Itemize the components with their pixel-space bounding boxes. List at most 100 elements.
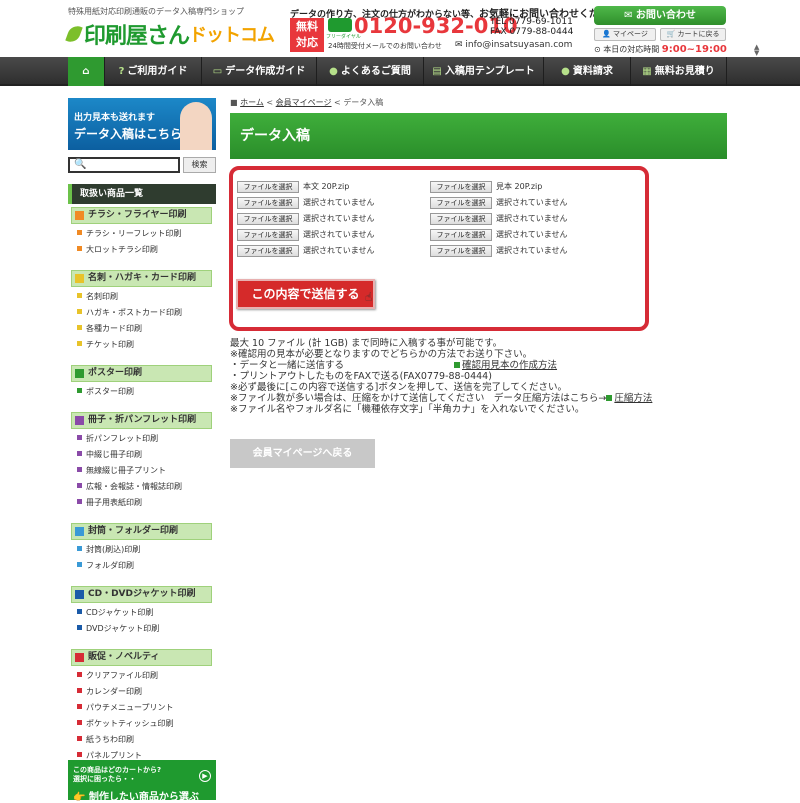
category-icon bbox=[75, 590, 84, 599]
breadcrumb-mypage[interactable]: 会員マイページ bbox=[276, 98, 332, 107]
category-5[interactable]: 封筒・フォルダー印刷 bbox=[71, 523, 212, 540]
file-name-label: 選択されていません bbox=[496, 246, 568, 255]
search-button[interactable]: 検索 bbox=[183, 157, 216, 173]
category-item[interactable]: カレンダー印刷 bbox=[77, 686, 142, 697]
category-item[interactable]: クリアファイル印刷 bbox=[77, 670, 158, 681]
category-item[interactable]: ハガキ・ポストカード印刷 bbox=[77, 307, 182, 318]
category-3[interactable]: ポスター印刷 bbox=[71, 365, 212, 382]
category-item[interactable]: 大ロットチラシ印刷 bbox=[77, 244, 158, 255]
choose-file-button[interactable]: ファイルを選択 bbox=[430, 181, 492, 193]
file-name-label: 選択されていません bbox=[303, 214, 375, 223]
choose-file-button[interactable]: ファイルを選択 bbox=[430, 197, 492, 209]
choose-product-banner[interactable]: この商品はどのカートから? 選択に困ったら・・ 👉 制作したい商品から選ぶ ▶ bbox=[68, 760, 216, 803]
category-item[interactable]: CDジャケット印刷 bbox=[77, 607, 153, 618]
category-item[interactable]: 名刺印刷 bbox=[77, 291, 118, 302]
document-icon: ▤ bbox=[432, 66, 442, 77]
category-1[interactable]: チラシ・フライヤー印刷 bbox=[71, 207, 212, 224]
nav-faq[interactable]: ● よくあるご質問 bbox=[317, 57, 424, 86]
home-icon: ⌂ bbox=[82, 66, 90, 77]
category-item[interactable]: チラシ・リーフレット印刷 bbox=[77, 228, 181, 239]
file-name-label: 選択されていません bbox=[303, 246, 375, 255]
calculator-icon: ▦ bbox=[642, 66, 652, 77]
category-4[interactable]: 冊子・折パンフレット印刷 bbox=[71, 412, 212, 429]
nav-home[interactable]: ⌂ bbox=[68, 57, 105, 86]
page-title: データ入稿 bbox=[230, 113, 727, 159]
breadcrumb-home[interactable]: ホーム bbox=[240, 98, 264, 107]
category-item[interactable]: 無線綴じ冊子プリント bbox=[77, 465, 166, 476]
breadcrumb-current: データ入稿 bbox=[343, 98, 384, 107]
choose-file-button[interactable]: ファイルを選択 bbox=[237, 181, 299, 193]
breadcrumb: ■ ホーム < 会員マイページ < データ入稿 bbox=[230, 98, 384, 107]
bullet-icon bbox=[77, 388, 82, 393]
home-icon: ■ bbox=[230, 98, 238, 107]
logo-text-dotcom: ドットコム bbox=[189, 25, 275, 46]
category-item[interactable]: ポスター印刷 bbox=[77, 386, 134, 397]
file-input-right-2: ファイルを選択 選択されていません bbox=[430, 197, 568, 209]
question-icon: ? bbox=[118, 66, 125, 77]
category-item[interactable]: 中綴じ冊子印刷 bbox=[77, 449, 142, 460]
choose-file-button[interactable]: ファイルを選択 bbox=[430, 213, 492, 225]
search-input[interactable]: 🔍 bbox=[68, 157, 180, 173]
category-item[interactable]: 各種カード印刷 bbox=[77, 323, 142, 334]
file-input-right-5: ファイルを選択 選択されていません bbox=[430, 245, 568, 257]
category-item[interactable]: 広報・会報誌・情報誌印刷 bbox=[77, 481, 182, 492]
choose-file-button[interactable]: ファイルを選択 bbox=[430, 245, 492, 257]
monitor-icon: ▭ bbox=[212, 66, 223, 77]
category-item[interactable]: パウチメニュープリント bbox=[77, 702, 174, 713]
category-item[interactable]: DVDジャケット印刷 bbox=[77, 623, 159, 634]
bullet-icon bbox=[77, 704, 82, 709]
bullet-icon bbox=[77, 736, 82, 741]
category-item[interactable]: チケット印刷 bbox=[77, 339, 134, 350]
bullet-icon bbox=[77, 293, 82, 298]
bullet-icon bbox=[77, 483, 82, 488]
submit-button[interactable]: この内容で送信する bbox=[236, 279, 375, 309]
tel-fax-numbers: TEL 0779-69-1011 FAX 0779-88-0444 bbox=[490, 17, 574, 37]
site-logo[interactable]: 印刷屋さん ドットコム bbox=[65, 18, 275, 50]
file-input-left-4: ファイルを選択 選択されていません bbox=[237, 229, 375, 241]
bullet-icon bbox=[77, 499, 82, 504]
category-item[interactable]: 封筒(刷込)印刷 bbox=[77, 544, 140, 555]
bullet-icon bbox=[77, 341, 82, 346]
bullet-icon bbox=[77, 562, 82, 567]
choose-file-button[interactable]: ファイルを選択 bbox=[430, 229, 492, 241]
contact-button[interactable]: ✉ お問い合わせ bbox=[594, 6, 726, 25]
data-submission-banner[interactable]: 出力見本も送れます データ入稿はこちら bbox=[68, 98, 216, 150]
nav-request-materials[interactable]: ● 資料請求 bbox=[544, 57, 631, 86]
category-item[interactable]: 冊子用表紙印刷 bbox=[77, 497, 142, 508]
bullet-icon bbox=[77, 325, 82, 330]
category-icon bbox=[75, 274, 84, 283]
nav-free-quote[interactable]: ▦ 無料お見積り bbox=[631, 57, 727, 86]
logo-text: 印刷屋さん bbox=[84, 24, 190, 49]
file-input-left-3: ファイルを選択 選択されていません bbox=[237, 213, 375, 225]
category-item[interactable]: 紙うちわ印刷 bbox=[77, 734, 134, 745]
file-name-label: 選択されていません bbox=[303, 230, 375, 239]
category-icon bbox=[75, 416, 84, 425]
choose-file-button[interactable]: ファイルを選択 bbox=[237, 197, 299, 209]
category-7[interactable]: 販促・ノベルティ bbox=[71, 649, 212, 666]
bullet-icon bbox=[77, 246, 82, 251]
choose-file-button[interactable]: ファイルを選択 bbox=[237, 245, 299, 257]
bullet-icon bbox=[77, 688, 82, 693]
category-item[interactable]: フォルダ印刷 bbox=[77, 560, 134, 571]
category-2[interactable]: 名刺・ハガキ・カード印刷 bbox=[71, 270, 212, 287]
cart-button[interactable]: 🛒 カートに戻る bbox=[660, 28, 726, 41]
nav-templates[interactable]: ▤ 入稿用テンプレート bbox=[424, 57, 544, 86]
back-to-mypage-button[interactable]: 会員マイページへ戻る bbox=[230, 439, 375, 468]
bullet-icon bbox=[77, 435, 82, 440]
contact-email[interactable]: ✉ info@insatsuyasan.com bbox=[455, 40, 572, 50]
mypage-button[interactable]: 👤 マイページ bbox=[594, 28, 656, 41]
bullet-icon bbox=[77, 467, 82, 472]
spinner-arrows-icon[interactable]: ▲ ▼ bbox=[754, 44, 759, 57]
file-name-label: 見本 20P.zip bbox=[496, 182, 543, 191]
choose-file-button[interactable]: ファイルを選択 bbox=[237, 229, 299, 241]
gift-icon: ● bbox=[561, 66, 570, 77]
nav-guide[interactable]: ? ご利用ガイド bbox=[105, 57, 202, 86]
sample-guide-link[interactable]: 確認用見本の作成方法 bbox=[462, 360, 557, 371]
category-item[interactable]: ポケットティッシュ印刷 bbox=[77, 718, 174, 729]
compression-link[interactable]: 圧縮方法 bbox=[614, 393, 652, 404]
nav-data-guide[interactable]: ▭ データ作成ガイド bbox=[202, 57, 317, 86]
category-6[interactable]: CD・DVDジャケット印刷 bbox=[71, 586, 212, 603]
choose-file-button[interactable]: ファイルを選択 bbox=[237, 213, 299, 225]
category-item[interactable]: 折パンフレット印刷 bbox=[77, 433, 158, 444]
bullet-icon bbox=[77, 609, 82, 614]
